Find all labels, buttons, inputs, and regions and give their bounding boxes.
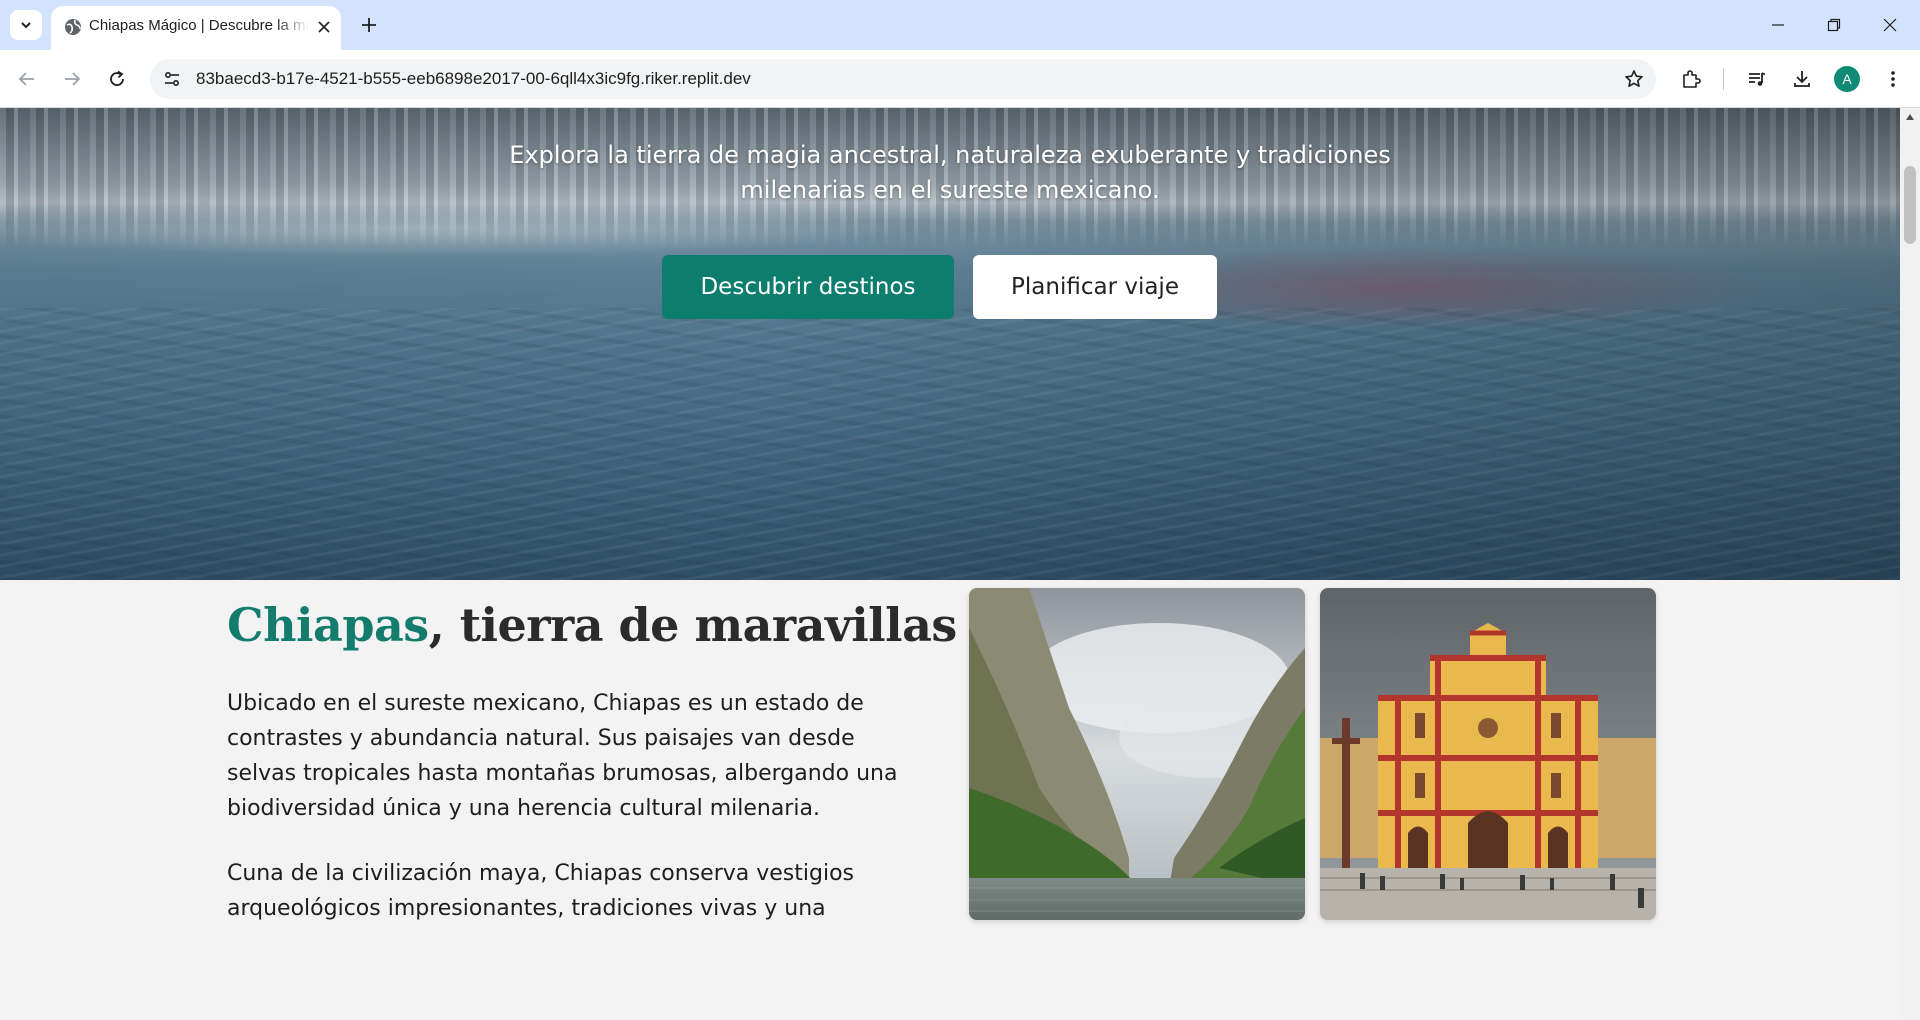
canyon-photo — [969, 588, 1305, 920]
section-title-accent: Chiapas — [227, 598, 429, 652]
close-window-icon[interactable] — [1862, 0, 1918, 50]
restore-icon[interactable] — [1806, 0, 1862, 50]
address-bar[interactable]: 83baecd3-b17e-4521-b555-eeb6898e2017-00-… — [150, 59, 1656, 99]
more-vert-icon[interactable] — [1877, 63, 1909, 95]
discover-destinations-button[interactable]: Descubrir destinos — [662, 255, 954, 319]
site-info-icon[interactable] — [160, 67, 184, 91]
tab-title: Chiapas Mágico | Descubre la magia de Ch… — [89, 17, 309, 34]
tab-strip: Chiapas Mágico | Descubre la magia de Ch… — [0, 0, 1920, 50]
plus-icon[interactable] — [354, 10, 384, 40]
section-title: Chiapas, tierra de maravillas — [227, 598, 957, 652]
download-icon[interactable] — [1786, 63, 1818, 95]
tab-search-icon[interactable] — [10, 10, 42, 40]
page-scrollbar[interactable] — [1900, 108, 1920, 1020]
toolbar-divider — [1723, 68, 1724, 90]
plan-trip-button[interactable]: Planificar viaje — [973, 255, 1217, 319]
globe-icon — [63, 17, 83, 37]
reload-icon[interactable] — [101, 63, 133, 95]
star-icon[interactable] — [1622, 67, 1646, 91]
minimize-icon[interactable] — [1750, 0, 1806, 50]
scroll-up-arrow-icon[interactable] — [1906, 114, 1914, 120]
browser-toolbar: 83baecd3-b17e-4521-b555-eeb6898e2017-00-… — [0, 50, 1920, 108]
about-paragraph-2: Cuna de la civilización maya, Chiapas co… — [227, 861, 854, 921]
hero-section: Explora la tierra de magia ancestral, na… — [0, 108, 1900, 580]
back-arrow-icon[interactable] — [11, 63, 43, 95]
cathedral-photo — [1320, 588, 1656, 920]
forward-arrow-icon[interactable] — [56, 63, 88, 95]
section-title-rest: , tierra de maravillas — [428, 598, 958, 652]
profile-avatar[interactable]: A — [1834, 66, 1860, 92]
page-viewport: Explora la tierra de magia ancestral, na… — [0, 108, 1900, 1020]
hero-subtitle: Explora la tierra de magia ancestral, na… — [509, 141, 1391, 204]
active-tab[interactable]: Chiapas Mágico | Descubre la magia de Ch… — [51, 6, 341, 50]
scrollbar-thumb[interactable] — [1904, 166, 1916, 244]
about-paragraph-1: Ubicado en el sureste mexicano, Chiapas … — [227, 691, 898, 821]
media-controls-icon[interactable] — [1741, 63, 1773, 95]
url-text[interactable]: 83baecd3-b17e-4521-b555-eeb6898e2017-00-… — [196, 59, 751, 99]
close-icon[interactable] — [315, 18, 333, 36]
extensions-icon[interactable] — [1675, 63, 1707, 95]
